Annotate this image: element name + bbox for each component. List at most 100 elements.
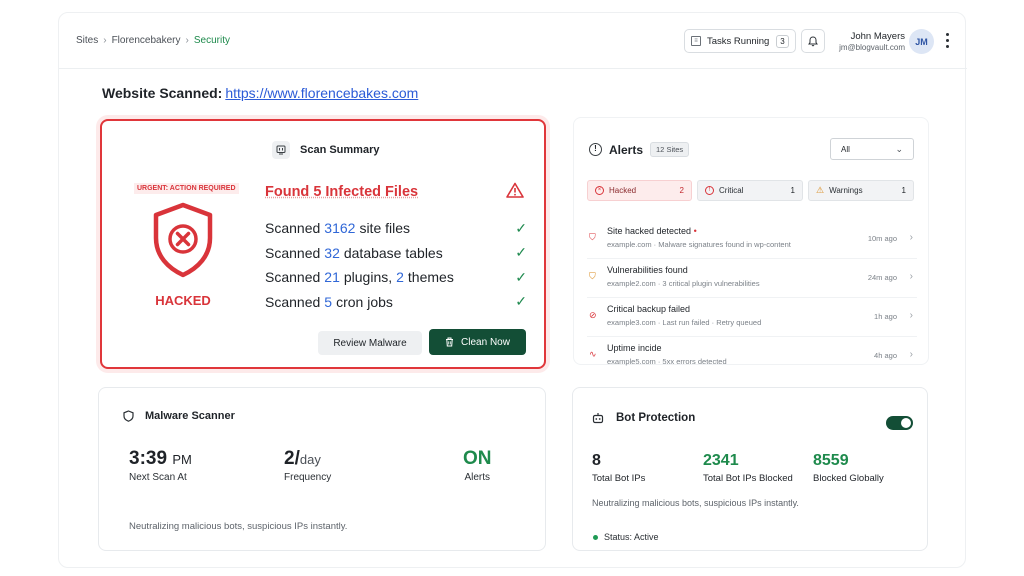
warning-triangle-icon: ⚠: [816, 185, 825, 195]
stat-number: 5: [324, 293, 333, 310]
app-frame: Sites › Florencebakery › Security ≡ Task…: [58, 12, 967, 568]
chevron-right-icon: ›: [103, 35, 107, 46]
list-item[interactable]: ⛉ Vulnerabilities found example2.com · 3…: [587, 259, 917, 298]
chevron-right-icon: ›: [909, 271, 913, 282]
malware-scanner-title: Malware Scanner: [145, 410, 235, 422]
warning-icon: [506, 182, 524, 198]
website-label: Website Scanned:: [102, 85, 223, 101]
top-bar: Sites › Florencebakery › Security ≡ Task…: [59, 13, 967, 69]
avatar[interactable]: JM: [909, 29, 934, 54]
alerts-card: ! Alerts 12 Sites All ⌄ × Hacked 2 ! Cri…: [573, 117, 929, 366]
breadcrumb-sites[interactable]: Sites: [76, 35, 98, 46]
frequency-value: 2/: [284, 448, 300, 469]
alert-subtitle: example5.com · 5xx errors detected: [607, 357, 727, 366]
chip-count: 1: [901, 186, 906, 195]
tasks-running-button[interactable]: ≡ Tasks Running 3: [684, 29, 796, 53]
review-malware-button[interactable]: Review Malware: [318, 331, 422, 355]
alert-time: 4h ago: [874, 351, 897, 360]
alerts-filter-value: All: [841, 144, 850, 154]
stat-prefix: Scanned: [265, 244, 321, 261]
notifications-button[interactable]: [801, 29, 825, 53]
scan-stat-cron: Scanned 5 cron jobs ✓: [265, 290, 527, 315]
chip-label: Hacked: [609, 186, 637, 195]
alert-list: ⛉ Site hacked detected • example.com · M…: [587, 220, 917, 376]
scan-stat-tables: Scanned 32 database tables ✓: [265, 241, 527, 266]
bot-stat-value: 8: [592, 452, 601, 469]
alert-title: Site hacked detected: [607, 226, 692, 236]
check-icon: ✓: [515, 268, 527, 285]
vulnerability-icon: ⛉: [589, 271, 596, 281]
alert-title: Critical backup failed: [607, 304, 691, 314]
stat-suffix: database tables: [343, 244, 443, 261]
shield-icon: [123, 410, 134, 422]
alert-subtitle: example.com · Malware signatures found i…: [607, 240, 791, 249]
list-item[interactable]: ⛉ Site hacked detected • example.com · M…: [587, 220, 917, 259]
shield-alert-icon: ×: [595, 186, 604, 195]
bell-icon: [808, 35, 818, 46]
hacked-status: HACKED: [155, 293, 211, 308]
chip-warnings[interactable]: ⚠ Warnings 1: [808, 180, 914, 201]
chip-label: Critical: [719, 186, 744, 195]
bot-stat-global: 8559 Blocked Globally: [813, 452, 884, 484]
scan-summary-title: Scan Summary: [300, 144, 380, 156]
bot-stat-value: 2341: [703, 452, 739, 469]
stat-suffix: plugins,: [343, 269, 393, 286]
frequency-stat: 2/day Frequency: [284, 448, 331, 483]
alerts-title: Alerts: [609, 142, 644, 157]
stat-number: 21: [324, 269, 340, 286]
next-scan-stat: 3:39 PM Next Scan At: [129, 448, 192, 483]
alert-title: Vulnerabilities found: [607, 265, 688, 275]
infected-files-count: Found 5 Infected Files: [265, 184, 419, 200]
status-text: Status: Active: [604, 532, 659, 542]
alerts-header: ! Alerts 12 Sites: [589, 142, 690, 157]
urgent-badge: URGENT: ACTION REQUIRED: [134, 183, 239, 194]
list-item[interactable]: ⊘ Critical backup failed example3.com · …: [587, 298, 917, 337]
breadcrumb: Sites › Florencebakery › Security: [76, 35, 230, 46]
chevron-right-icon: ›: [909, 349, 913, 360]
bot-protection-toggle[interactable]: [886, 416, 913, 430]
website-scanned: Website Scanned: https://www.florencebake…: [102, 85, 418, 101]
clean-now-button[interactable]: Clean Now: [429, 329, 526, 355]
chip-hacked[interactable]: × Hacked 2: [587, 180, 692, 201]
alert-time: 1h ago: [874, 312, 897, 321]
scan-stat-plugins: Scanned 21 plugins, 2 themes ✓: [265, 265, 527, 290]
status-dot-icon: [593, 534, 598, 540]
next-scan-value: 3:39: [129, 448, 168, 469]
bot-footer-text: Neutralizing malicious bots, suspicious …: [592, 498, 799, 508]
stat-suffix: cron jobs: [336, 293, 393, 310]
alert-time: 24m ago: [867, 273, 897, 282]
bot-stat-label: Blocked Globally: [813, 473, 884, 484]
check-icon: ✓: [515, 244, 527, 261]
list-item[interactable]: ∿ Uptime incide example5.com · 5xx error…: [587, 337, 917, 376]
stat-prefix: Scanned: [265, 220, 321, 237]
chip-critical[interactable]: ! Critical 1: [697, 180, 803, 201]
check-icon: ✓: [515, 219, 527, 236]
stat-suffix: site files: [359, 220, 411, 237]
next-scan-label: Next Scan At: [129, 472, 187, 483]
alerts-filter-select[interactable]: All ⌄: [830, 138, 914, 160]
website-url-link[interactable]: https://www.florencebakes.com: [225, 85, 418, 101]
stat-prefix: Scanned: [265, 269, 321, 286]
stat-suffix-themes: themes: [407, 269, 454, 286]
alert-filter-chips: × Hacked 2 ! Critical 1 ⚠ Warnings 1: [587, 180, 914, 201]
breadcrumb-current: Security: [193, 35, 230, 46]
scan-stats: Scanned 3162 site files ✓ Scanned 32 dat…: [265, 216, 527, 314]
bot-icon: [592, 413, 604, 424]
chevron-right-icon: ›: [909, 310, 913, 321]
breadcrumb-site[interactable]: Florencebakery: [112, 35, 181, 46]
chip-label: Warnings: [829, 186, 863, 195]
alerts-value: ON: [463, 448, 492, 469]
chip-count: 2: [679, 186, 684, 195]
malware-scanner-card: Malware Scanner 3:39 PM Next Scan At 2/d…: [98, 387, 546, 551]
next-scan-unit: PM: [172, 452, 192, 467]
alerts-stat: ON Alerts: [463, 448, 492, 483]
user-info[interactable]: John Mayers jm@blogvault.com: [835, 31, 905, 52]
unread-dot: •: [693, 226, 697, 236]
shield-alert-icon: ⛉: [589, 232, 596, 242]
chevron-down-icon: ⌄: [895, 143, 903, 154]
user-email: jm@blogvault.com: [839, 43, 905, 52]
trash-icon: [446, 337, 454, 347]
bot-stat-value: 8559: [813, 452, 849, 469]
more-options-icon[interactable]: [945, 33, 949, 48]
chevron-right-icon: ›: [185, 35, 189, 46]
